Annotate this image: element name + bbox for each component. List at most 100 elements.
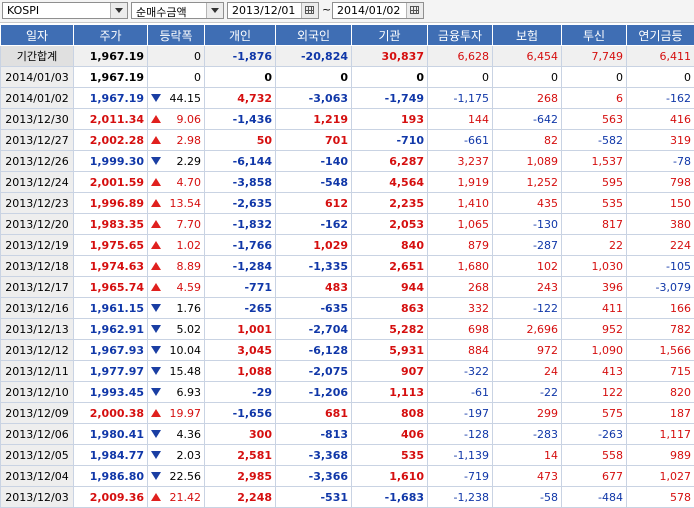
financial-investment-cell: 3,237 bbox=[428, 151, 493, 172]
change-cell: 1.76 bbox=[148, 298, 205, 319]
foreign-cell: -813 bbox=[276, 424, 352, 445]
col-header-individual[interactable]: 개인 bbox=[205, 25, 276, 46]
table-row[interactable]: 2013/12/032,009.3621.422,248-531-1,683-1… bbox=[1, 487, 694, 508]
table-row[interactable]: 2013/12/121,967.9310.043,045-6,1285,9318… bbox=[1, 340, 694, 361]
col-header-institution[interactable]: 기관 bbox=[352, 25, 428, 46]
triangle-up-icon bbox=[151, 283, 161, 291]
pension-cell: 715 bbox=[627, 361, 694, 382]
table-row[interactable]: 2013/12/272,002.282.9850701-710-66182-58… bbox=[1, 130, 694, 151]
table-row[interactable]: 2013/12/302,011.349.06-1,4361,219193144-… bbox=[1, 109, 694, 130]
table-row[interactable]: 2013/12/051,984.772.032,581-3,368535-1,1… bbox=[1, 445, 694, 466]
pension-cell: 150 bbox=[627, 193, 694, 214]
institution-cell: 2,235 bbox=[352, 193, 428, 214]
investment-trust-cell: 122 bbox=[562, 382, 627, 403]
col-header-date[interactable]: 일자 bbox=[1, 25, 74, 46]
financial-investment-cell: 0 bbox=[428, 67, 493, 88]
insurance-cell: 268 bbox=[493, 88, 562, 109]
investment-trust-cell: 396 bbox=[562, 277, 627, 298]
date-to-calendar-button[interactable] bbox=[406, 3, 423, 18]
insurance-cell: 1,089 bbox=[493, 151, 562, 172]
col-header-pension[interactable]: 연기금등 bbox=[627, 25, 694, 46]
price-cell: 2,002.28 bbox=[74, 130, 148, 151]
table-row[interactable]: 2013/12/231,996.8913.54-2,6356122,2351,4… bbox=[1, 193, 694, 214]
date-from-calendar-button[interactable] bbox=[301, 3, 318, 18]
insurance-cell: 1,252 bbox=[493, 172, 562, 193]
insurance-cell: 102 bbox=[493, 256, 562, 277]
change-cell: 22.56 bbox=[148, 466, 205, 487]
individual-cell: 1,088 bbox=[205, 361, 276, 382]
change-value: 0 bbox=[194, 71, 201, 84]
table-row[interactable]: 2013/12/041,986.8022.562,985-3,3661,610-… bbox=[1, 466, 694, 487]
insurance-cell: -130 bbox=[493, 214, 562, 235]
pension-cell: -78 bbox=[627, 151, 694, 172]
col-header-change[interactable]: 등락폭 bbox=[148, 25, 205, 46]
change-value: 7.70 bbox=[177, 218, 202, 231]
foreign-cell: -2,075 bbox=[276, 361, 352, 382]
table-row[interactable]: 2013/12/131,962.915.021,001-2,7045,28269… bbox=[1, 319, 694, 340]
date-cell: 2013/12/30 bbox=[1, 109, 74, 130]
table-row[interactable]: 2013/12/061,980.414.36300-813406-128-283… bbox=[1, 424, 694, 445]
date-from-input[interactable]: 2013/12/01 bbox=[227, 2, 319, 19]
change-cell: 15.48 bbox=[148, 361, 205, 382]
foreign-cell: -531 bbox=[276, 487, 352, 508]
metric-select[interactable]: 순매수금액 bbox=[131, 2, 224, 19]
table-row[interactable]: 2013/12/111,977.9715.481,088-2,075907-32… bbox=[1, 361, 694, 382]
date-cell: 2013/12/12 bbox=[1, 340, 74, 361]
triangle-down-icon bbox=[151, 304, 161, 312]
metric-dropdown-button[interactable] bbox=[206, 3, 223, 18]
individual-cell: -1,284 bbox=[205, 256, 276, 277]
col-header-insurance[interactable]: 보험 bbox=[493, 25, 562, 46]
change-cell: 4.59 bbox=[148, 277, 205, 298]
table-row[interactable]: 2014/01/021,967.1944.154,732-3,063-1,749… bbox=[1, 88, 694, 109]
table-row[interactable]: 2013/12/242,001.594.70-3,858-5484,5641,9… bbox=[1, 172, 694, 193]
institution-cell: 193 bbox=[352, 109, 428, 130]
pension-cell: 1,027 bbox=[627, 466, 694, 487]
date-cell: 2013/12/10 bbox=[1, 382, 74, 403]
change-value: 4.36 bbox=[177, 428, 202, 441]
price-cell: 2,011.34 bbox=[74, 109, 148, 130]
table-row[interactable]: 2013/12/261,999.302.29-6,144-1406,2873,2… bbox=[1, 151, 694, 172]
table-row[interactable]: 2013/12/191,975.651.02-1,7661,029840879-… bbox=[1, 235, 694, 256]
insurance-cell: 14 bbox=[493, 445, 562, 466]
date-cell: 2014/01/02 bbox=[1, 88, 74, 109]
price-cell: 1,974.63 bbox=[74, 256, 148, 277]
insurance-cell: 82 bbox=[493, 130, 562, 151]
col-header-financial-investment[interactable]: 금융투자 bbox=[428, 25, 493, 46]
institution-cell: 808 bbox=[352, 403, 428, 424]
institution-cell: 5,931 bbox=[352, 340, 428, 361]
table-row[interactable]: 2013/12/171,965.744.59-77148394426824339… bbox=[1, 277, 694, 298]
change-value: 6.93 bbox=[177, 386, 202, 399]
summary-row[interactable]: 기간합계1,967.190-1,876-20,82430,8376,6286,4… bbox=[1, 46, 694, 67]
col-header-investment-trust[interactable]: 투신 bbox=[562, 25, 627, 46]
financial-investment-cell: -719 bbox=[428, 466, 493, 487]
price-cell: 1,965.74 bbox=[74, 277, 148, 298]
pension-cell: -3,079 bbox=[627, 277, 694, 298]
col-header-price[interactable]: 주가 bbox=[74, 25, 148, 46]
table-row[interactable]: 2014/01/031,967.1900000000 bbox=[1, 67, 694, 88]
insurance-cell: 0 bbox=[493, 67, 562, 88]
table-row[interactable]: 2013/12/092,000.3819.97-1,656681808-1972… bbox=[1, 403, 694, 424]
col-header-foreign[interactable]: 외국인 bbox=[276, 25, 352, 46]
triangle-down-icon bbox=[151, 157, 161, 165]
table-row[interactable]: 2013/12/201,983.357.70-1,832-1622,0531,0… bbox=[1, 214, 694, 235]
table-row[interactable]: 2013/12/181,974.638.89-1,284-1,3352,6511… bbox=[1, 256, 694, 277]
change-value: 19.97 bbox=[170, 407, 202, 420]
triangle-down-icon bbox=[151, 346, 161, 354]
financial-investment-cell: 332 bbox=[428, 298, 493, 319]
price-cell: 1,977.97 bbox=[74, 361, 148, 382]
investment-trust-cell: 558 bbox=[562, 445, 627, 466]
price-cell: 2,001.59 bbox=[74, 172, 148, 193]
pension-cell: 0 bbox=[627, 67, 694, 88]
pension-cell: 224 bbox=[627, 235, 694, 256]
price-cell: 1,993.45 bbox=[74, 382, 148, 403]
table-row[interactable]: 2013/12/161,961.151.76-265-635863332-122… bbox=[1, 298, 694, 319]
price-cell: 1,999.30 bbox=[74, 151, 148, 172]
date-to-input[interactable]: 2014/01/02 bbox=[332, 2, 424, 19]
market-dropdown-button[interactable] bbox=[110, 3, 127, 18]
price-cell: 1,961.15 bbox=[74, 298, 148, 319]
price-cell: 2,000.38 bbox=[74, 403, 148, 424]
insurance-cell: 6,454 bbox=[493, 46, 562, 67]
date-cell: 2013/12/04 bbox=[1, 466, 74, 487]
market-select[interactable]: KOSPI bbox=[2, 2, 128, 19]
table-row[interactable]: 2013/12/101,993.456.93-29-1,2061,113-61-… bbox=[1, 382, 694, 403]
